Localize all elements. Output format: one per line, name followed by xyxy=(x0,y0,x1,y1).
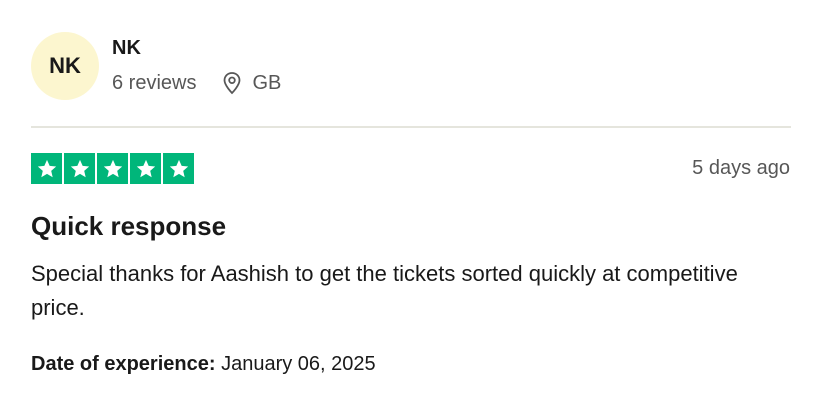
reviewer-name[interactable]: NK xyxy=(112,35,141,61)
star-icon xyxy=(130,153,161,184)
star-icon xyxy=(64,153,95,184)
reviewer-country: GB xyxy=(252,72,282,94)
star-icon xyxy=(97,153,128,184)
review-count: 6 reviews xyxy=(112,72,197,94)
date-of-experience: Date of experience: January 06, 2025 xyxy=(31,351,376,377)
experience-date: January 06, 2025 xyxy=(221,353,376,375)
review-body: Special thanks for Aashish to get the ti… xyxy=(31,261,738,320)
review-title[interactable]: Quick response xyxy=(31,210,226,242)
location-pin-icon xyxy=(222,71,242,95)
avatar[interactable]: NK xyxy=(31,32,99,100)
review-card: NK NK 6 reviews GB 5 days ago Quick resp… xyxy=(0,0,823,401)
review-date: 5 days ago xyxy=(692,157,790,179)
star-icon xyxy=(163,153,194,184)
star-rating xyxy=(31,153,194,184)
reviewer-meta: 6 reviews GB xyxy=(112,70,281,96)
experience-label: Date of experience: xyxy=(31,353,216,375)
star-icon xyxy=(31,153,62,184)
divider xyxy=(31,126,791,128)
